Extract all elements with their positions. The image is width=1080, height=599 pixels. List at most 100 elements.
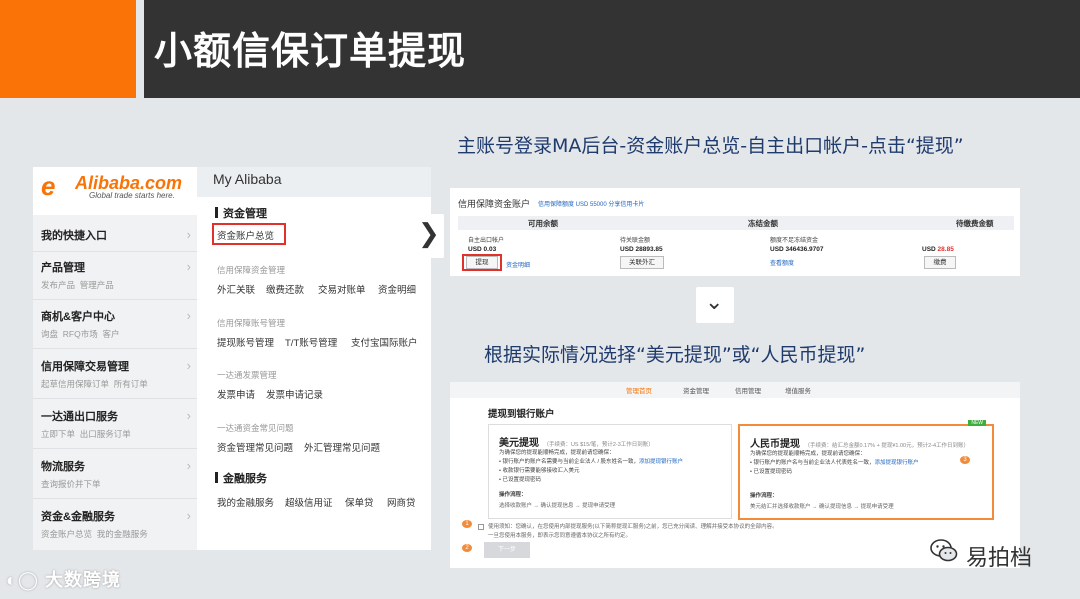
sidebar-item-label: 一达通出口服务 [41, 411, 118, 423]
set-password-link[interactable]: • 已设置提现密码 [750, 468, 792, 476]
pay-fee-button[interactable]: 缴费 [924, 256, 956, 269]
alibaba-logo-tagline: Global trade starts here. [89, 191, 175, 200]
chevron-right-icon: › [186, 308, 191, 323]
chevron-right-icon: › [186, 408, 191, 423]
sidebar: 我的快捷入口 › 产品管理 发布产品 管理产品 › 商机&客户中心 询盘 RFQ… [33, 215, 197, 550]
divider [33, 251, 197, 252]
menu-section-finance: 金融服务 [215, 470, 267, 486]
add-bank-account-link[interactable]: 添加提现银行账户 [874, 460, 918, 466]
my-alibaba-title: My Alibaba [213, 171, 282, 187]
menu-link[interactable]: 资金管理常见问题 [217, 440, 293, 454]
sidebar-item-leads[interactable]: 商机&客户中心 询盘 RFQ市场 客户 › [41, 308, 191, 340]
next-step-button[interactable]: 下一步 [484, 542, 530, 558]
fund-detail-link[interactable]: 资金明细 [506, 260, 530, 269]
add-bank-account-link[interactable]: 添加提现银行账户 [639, 459, 683, 465]
usd-flow-steps: 选择收款账户 → 确认提现信息 → 提现申请受理 [499, 503, 616, 509]
sidebar-item-trade-assurance[interactable]: 信用保障交易管理 起草信用保障订单 所有订单 › [41, 358, 191, 390]
menu-link[interactable]: 提现账号管理 [217, 335, 274, 349]
my-alibaba-panel: e Alibaba.com Global trade starts here. … [33, 167, 431, 550]
sidebar-sub-link[interactable]: 所有订单 [114, 379, 148, 389]
cny-flow-title: 操作流程： [750, 493, 778, 499]
menu-link[interactable]: 发票申请记录 [266, 387, 323, 401]
fee-amount: 28.85 [937, 246, 954, 253]
link-forex-button[interactable]: 关联外汇 [620, 256, 664, 269]
menu-link[interactable]: 我的金融服务 [217, 495, 274, 509]
chevron-right-icon: › [186, 458, 191, 473]
menu-link[interactable]: 外汇管理常见问题 [304, 440, 380, 454]
menu-link[interactable]: 保单贷 [345, 495, 374, 509]
step-marker: 1 [462, 520, 472, 528]
header-accent-block [0, 0, 136, 98]
step1-caption: 主账号登录MA后台-资金账户总览-自主出口帐户-点击“提现” [457, 135, 964, 157]
self-export-account-label: 自主出口帐户 [468, 238, 505, 244]
sidebar-sub-link[interactable]: 起草信用保障订单 [41, 379, 109, 389]
sidebar-item-label: 商机&客户中心 [41, 311, 115, 323]
wechat-icon [930, 539, 958, 562]
sidebar-sub-link[interactable]: 立即下单 [41, 429, 75, 439]
sidebar-item-shortcuts[interactable]: 我的快捷入口 › [41, 227, 191, 243]
frozen-amount: USD 346436.9707 [770, 246, 824, 253]
menu-link[interactable]: 外汇关联 [217, 282, 255, 296]
menu-link[interactable]: 交易对账单 [318, 282, 366, 296]
cny-withdraw-card[interactable]: NEW 人民币提现 （手续费：结汇总金额0.17% + 提现¥1.00元，预计2… [738, 420, 994, 520]
nav-tab[interactable]: 增值服务 [785, 385, 811, 395]
sidebar-item-label: 资金&金融服务 [41, 511, 115, 523]
agree-checkbox[interactable] [478, 524, 484, 530]
sidebar-sub-link[interactable]: 发布产品 [41, 280, 75, 290]
menu-section-funds: 资金管理 [215, 205, 267, 221]
set-password-link[interactable]: • 已设置提现密码 [499, 476, 541, 484]
account-table-header: 可用余额 冻结金额 待缴费金额 [458, 216, 1014, 230]
usd-req-line: • 银行账户的账户名需要与当前企业法人 / 股东姓名一致， [499, 459, 640, 465]
sidebar-item-export-service[interactable]: 一达通出口服务 立即下单 出口服务订单 › [41, 408, 191, 440]
sidebar-item-logistics[interactable]: 物流服务 查询报价并下单 › [41, 458, 191, 490]
pending-label: 待关联金额 [620, 238, 651, 244]
menu-link[interactable]: 网商贷 [387, 495, 416, 509]
account-panel-title: 信用保障资金账户 [458, 199, 531, 209]
step-marker: 2 [462, 544, 472, 552]
divider [33, 299, 197, 300]
sidebar-item-label: 产品管理 [41, 262, 85, 274]
sidebar-sub-link[interactable]: RFQ市场 [63, 329, 98, 339]
chevron-right-icon: › [186, 227, 191, 242]
cny-fee-text: （手续费：结汇总金额0.17% + 提现¥1.00元，预计2-4工作日到账） [804, 443, 970, 449]
menu-link[interactable]: 超级信用证 [285, 495, 333, 509]
nav-tab[interactable]: 资金管理 [683, 385, 709, 395]
divider [33, 448, 197, 449]
sidebar-sub-link[interactable]: 资金账户总览 [41, 529, 92, 539]
chevron-right-icon: › [186, 358, 191, 373]
chevron-right-icon: ❯ [418, 218, 440, 248]
agreement-text: 使用须知：您确认，在您使用内部提现服务(以下简称提现汇服务)之前，您已充分阅读、… [488, 524, 778, 530]
withdraw-button[interactable]: 提现 [466, 256, 498, 269]
sidebar-item-finance[interactable]: 资金&金融服务 资金账户总览 我的金融服务 › [41, 508, 191, 540]
menu-link[interactable]: 支付宝国际账户 [351, 335, 418, 349]
chevron-right-icon: › [186, 508, 191, 523]
top-nav: 管理首页 资金管理 信用管理 增值服务 [450, 382, 1020, 398]
divider [33, 498, 197, 499]
watermark-icon: ◐◯ [6, 570, 40, 590]
sidebar-sub-link[interactable]: 出口服务订单 [80, 429, 131, 439]
menu-link[interactable]: 缴费还款 [266, 282, 304, 296]
fund-account-overview-link[interactable]: 资金账户总览 [217, 228, 274, 242]
nav-tab[interactable]: 信用管理 [735, 385, 761, 395]
menu-link[interactable]: T/T账号管理 [285, 335, 337, 349]
usd-withdraw-card[interactable]: 美元提现 （手续费：US $15/笔，预计2-3工作日到账） 为确保您的提现能顺… [488, 424, 732, 519]
sidebar-item-products[interactable]: 产品管理 发布产品 管理产品 › [41, 259, 191, 291]
column-header: 可用余额 [528, 219, 558, 228]
menu-link[interactable]: 资金明细 [378, 282, 416, 296]
nav-tab[interactable]: 管理首页 [626, 385, 652, 395]
fund-account-panel: 信用保障资金账户 信用保障额度 USD 55000 分享信用卡片 可用余额 冻结… [450, 188, 1020, 276]
sidebar-sub-link[interactable]: 查询报价并下单 [41, 479, 101, 489]
sidebar-item-label: 物流服务 [41, 461, 85, 473]
sidebar-sub-link[interactable]: 管理产品 [80, 280, 114, 290]
chevron-right-icon: › [186, 259, 191, 274]
menu-link[interactable]: 发票申请 [217, 387, 255, 401]
sidebar-item-label: 信用保障交易管理 [41, 361, 129, 373]
sidebar-sub-link[interactable]: 我的金融服务 [97, 529, 148, 539]
sidebar-sub-link[interactable]: 询盘 [41, 329, 58, 339]
left-watermark: ◐◯ 大数跨境 [6, 566, 121, 592]
usd-fee-text: （手续费：US $15/笔，预计2-3工作日到账） [543, 442, 654, 448]
menu-group-title: 一达通资金常见问题 [217, 423, 294, 433]
usd-card-title: 美元提现 [499, 438, 539, 449]
view-quota-link[interactable]: 查看额度 [770, 258, 794, 267]
sidebar-sub-link[interactable]: 客户 [102, 329, 119, 339]
